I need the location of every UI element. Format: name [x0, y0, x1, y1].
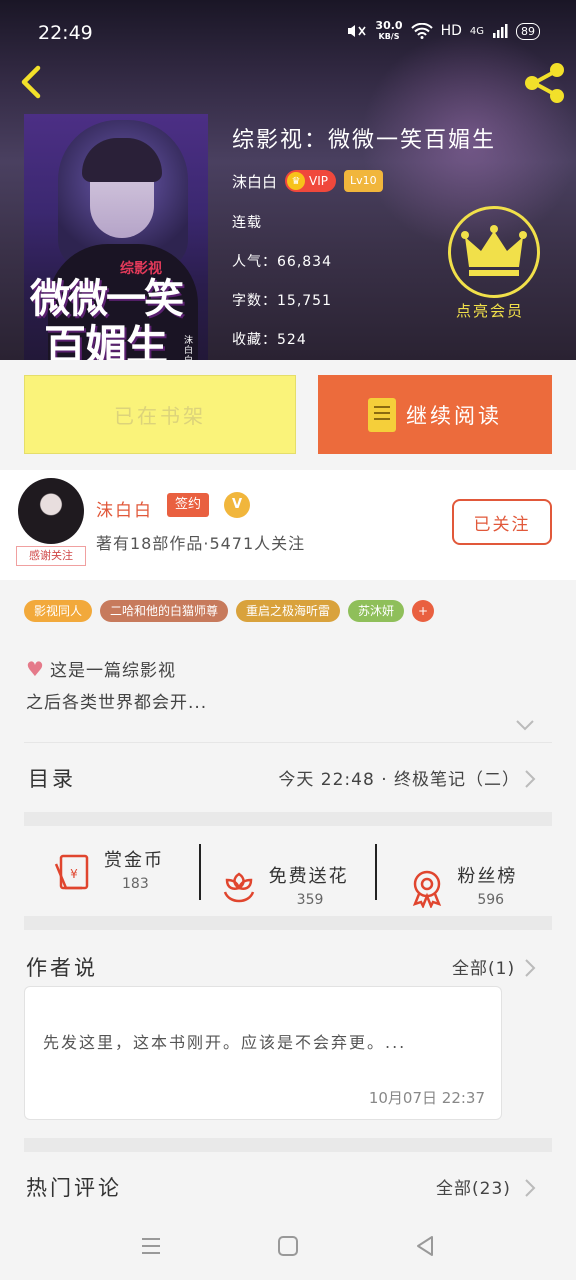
book-word-count: 字数：15,751 [232, 293, 332, 309]
chevron-right-icon [525, 1179, 536, 1197]
signal-icon [493, 24, 508, 38]
signed-badge: 签约 [167, 493, 210, 517]
battery-indicator: 89 [516, 22, 540, 40]
status-icons: 30.0 KB/S HD 4G 89 [345, 20, 540, 42]
support-stats: ¥ 赏金币 183 免费送花 359 粉丝榜 596 [24, 828, 552, 916]
continue-reading-button[interactable]: 继续阅读 [318, 375, 552, 454]
book-header: 22:49 30.0 KB/S HD 4G 89 综影视 微微一笑 百媚生 沫白… [0, 0, 576, 360]
cover-title-line2: 百媚生 [44, 321, 168, 360]
book-author-row: 沫白白 ♛ VIP Lv10 [232, 170, 383, 192]
thank-follow-tag: 感谢关注 [16, 546, 86, 566]
follow-button[interactable]: 已关注 [452, 499, 552, 545]
member-crown-button[interactable] [448, 206, 540, 298]
author-note-all-link[interactable]: 全部(1) [452, 954, 515, 979]
fans-ranking-stat[interactable]: 粉丝榜 596 [375, 844, 552, 908]
toc-label: 目录 [28, 767, 76, 791]
book-favorites: 收藏：524 [232, 332, 307, 348]
author-card: 感谢关注 沫白白 签约 V 著有18部作品·5471人关注 已关注 [0, 470, 576, 580]
tag-chip[interactable]: 重启之极海听雷 [236, 600, 341, 622]
status-time: 22:49 [38, 22, 93, 44]
latest-chapter: 今天 22:48 · 终极笔记（二） [278, 770, 520, 790]
author-stats: 著有18部作品·5471人关注 [96, 534, 306, 553]
book-status: 连载 [232, 215, 262, 231]
book-detail-page: 22:49 30.0 KB/S HD 4G 89 综影视 微微一笑 百媚生 沫白… [0, 0, 576, 1280]
hot-comments-all-link[interactable]: 全部(23) [436, 1174, 511, 1199]
chevron-down-icon[interactable] [514, 718, 536, 732]
tag-chip[interactable]: 影视同人 [24, 600, 93, 622]
tag-list: 影视同人 二哈和他的白猫师尊 重启之极海听雷 苏沐妍 + [0, 580, 576, 642]
continue-reading-label: 继续阅读 [406, 403, 502, 428]
author-name[interactable]: 沫白白 [96, 496, 153, 521]
intro-line1: ♥ 这是一篇综影视 [26, 656, 176, 682]
home-icon[interactable] [276, 1234, 300, 1258]
stat-title: 粉丝榜 [457, 866, 518, 887]
book-cover[interactable]: 综影视 微微一笑 百媚生 沫白白 [24, 114, 208, 360]
heart-icon: ♥ [26, 656, 45, 681]
mute-vibrate-icon [348, 25, 367, 37]
flower-icon [223, 872, 254, 903]
menu-icon[interactable] [139, 1234, 163, 1258]
stat-title: 赏金币 [104, 850, 164, 871]
network-type: HD [440, 23, 462, 39]
section-divider [24, 812, 552, 826]
intro-line2: 之后各类世界都会开... [26, 693, 208, 713]
book-intro[interactable]: ♥ 这是一篇综影视 之后各类世界都会开... [0, 642, 576, 742]
share-icon[interactable] [522, 60, 568, 106]
back-arrow-icon[interactable] [14, 62, 50, 102]
stat-value: 596 [477, 892, 505, 908]
chevron-right-icon [525, 959, 536, 977]
stat-value: 359 [296, 892, 324, 908]
net-speed: 30.0 KB/S [375, 19, 403, 41]
vip-badge: ♛ VIP [285, 170, 336, 192]
chevron-right-icon [525, 770, 536, 788]
author-note-text: 先发这里，这本书刚开。应该是不会弃更。... [43, 1033, 407, 1052]
author-note-card[interactable]: 先发这里，这本书刚开。应该是不会弃更。... 10月07日 22:37 [24, 986, 502, 1120]
cover-author: 沫白白 [184, 336, 194, 360]
book-author[interactable]: 沫白白 [232, 171, 277, 192]
level-badge: Lv10 [344, 170, 383, 192]
book-title: 综影视：微微一笑百媚生 [232, 128, 497, 153]
in-bookshelf-button[interactable]: 已在书架 [24, 375, 296, 454]
author-note-title: 作者说 [26, 956, 98, 980]
stat-value: 183 [122, 876, 149, 892]
free-flowers-stat[interactable]: 免费送花 359 [198, 844, 376, 908]
tag-chip[interactable]: 苏沐妍 [348, 600, 405, 622]
section-divider [24, 1138, 552, 1152]
book-icon [368, 397, 396, 432]
vip-crown-icon: ♛ [287, 172, 306, 190]
reward-coins-stat[interactable]: ¥ 赏金币 183 [24, 828, 199, 916]
table-of-contents-row[interactable]: 目录 今天 22:48 · 终极笔记（二） [24, 742, 552, 812]
system-nav-bar [0, 1210, 576, 1280]
wifi-icon [410, 23, 433, 39]
section-divider [24, 916, 552, 930]
author-avatar[interactable] [18, 478, 84, 544]
stat-title: 免费送花 [268, 866, 349, 887]
more-tags-button[interactable]: + [412, 600, 435, 622]
status-bar: 22:49 30.0 KB/S HD 4G 89 [0, 0, 576, 52]
member-label[interactable]: 点亮会员 [456, 300, 524, 321]
red-envelope-icon: ¥ [54, 854, 89, 890]
verified-badge-icon: V [224, 492, 250, 518]
signal-label: 4G [469, 25, 484, 37]
medal-icon [413, 870, 442, 908]
hot-comments-title: 热门评论 [26, 1176, 122, 1200]
author-note-date: 10月07日 22:37 [368, 1089, 485, 1107]
svg-text:¥: ¥ [70, 867, 78, 881]
crown-icon [461, 225, 527, 276]
tag-chip[interactable]: 二哈和他的白猫师尊 [100, 600, 229, 622]
book-popularity: 人气：66,834 [232, 254, 332, 270]
back-triangle-icon[interactable] [413, 1234, 437, 1258]
